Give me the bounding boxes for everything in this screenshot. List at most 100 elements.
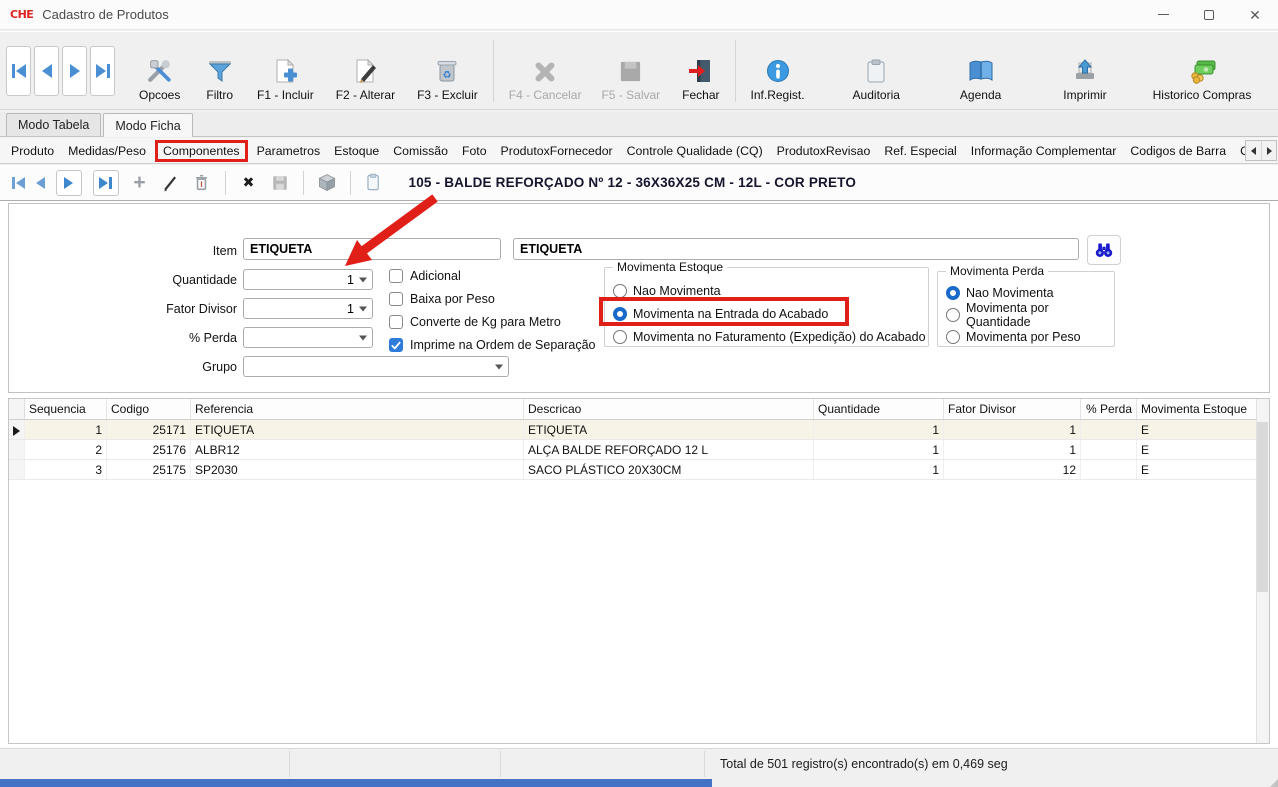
- auditoria-button[interactable]: Auditoria: [847, 40, 906, 102]
- resize-grip[interactable]: [1270, 779, 1278, 787]
- movimenta-perda-group: Movimenta Perda Nao Movimenta Movimenta …: [937, 271, 1115, 347]
- item-code-field[interactable]: ETIQUETA: [243, 238, 501, 260]
- col-perda[interactable]: % Perda: [1081, 399, 1137, 419]
- close-button[interactable]: ✕: [1232, 0, 1278, 30]
- f1-incluir-button[interactable]: F1 - Incluir: [251, 40, 320, 102]
- opcoes-button[interactable]: Opcoes: [133, 40, 186, 102]
- tab-produtoxrevisao[interactable]: ProdutoxRevisao: [770, 140, 878, 162]
- filtro-button[interactable]: Filtro: [200, 40, 239, 102]
- radio-nao-movimenta-perda[interactable]: Nao Movimenta: [946, 284, 1114, 302]
- previous-item-button[interactable]: [36, 177, 45, 189]
- tab-parametros[interactable]: Parametros: [250, 140, 328, 162]
- printer-icon: [1072, 54, 1098, 84]
- col-movimenta-estoque[interactable]: Movimenta Estoque: [1137, 399, 1249, 419]
- last-record-button[interactable]: [90, 46, 115, 96]
- f3-excluir-button[interactable]: ♻ F3 - Excluir: [411, 40, 484, 102]
- tab-modo-ficha[interactable]: Modo Ficha: [103, 113, 192, 137]
- col-sequencia[interactable]: Sequencia: [25, 399, 107, 419]
- last-item-button[interactable]: [93, 170, 119, 196]
- document-button[interactable]: [364, 172, 384, 194]
- tab-modo-tabela[interactable]: Modo Tabela: [6, 113, 101, 136]
- save-item-button[interactable]: [270, 172, 290, 194]
- f5-salvar-button[interactable]: F5 - Salvar: [595, 40, 666, 102]
- maximize-button[interactable]: [1186, 0, 1232, 30]
- svg-text:♻: ♻: [443, 70, 452, 81]
- tab-produto[interactable]: Produto: [4, 140, 61, 162]
- tab-scroll-left-button[interactable]: [1246, 141, 1261, 160]
- row-selector-header: [9, 399, 25, 419]
- delete-item-button[interactable]: [192, 172, 212, 194]
- agenda-button[interactable]: Agenda: [954, 40, 1007, 102]
- bottom-accent-bar: [0, 779, 712, 787]
- info-icon: [765, 54, 791, 84]
- minimize-button[interactable]: [1140, 0, 1186, 30]
- tab-scroll-right-button[interactable]: [1261, 141, 1276, 160]
- previous-record-button[interactable]: [34, 46, 59, 96]
- f4-cancelar-button[interactable]: F4 - Cancelar: [503, 40, 588, 102]
- table-row[interactable]: 2 25176 ALBR12 ALÇA BALDE REFORÇADO 12 L…: [9, 440, 1269, 460]
- fechar-button[interactable]: Fechar: [676, 40, 725, 102]
- checkbox-converte-kg-metro[interactable]: Converte de Kg para Metro: [389, 315, 561, 329]
- dropdown-arrow-icon: [359, 277, 367, 282]
- next-item-button[interactable]: [56, 170, 82, 196]
- small-save-icon: [271, 174, 289, 192]
- mode-tab-strip: Modo Tabela Modo Ficha: [0, 112, 1278, 137]
- record-navigator: + ✖ 105 - BALDE REFORÇADO Nº 12 - 36X36X…: [0, 165, 1278, 201]
- radio-nao-movimenta-estoque[interactable]: Nao Movimenta: [613, 282, 928, 300]
- radio-movimenta-faturamento[interactable]: Movimenta no Faturamento (Expedição) do …: [613, 328, 928, 346]
- table-row[interactable]: 1 25171 ETIQUETA ETIQUETA 1 1 E: [9, 420, 1269, 440]
- table-row[interactable]: 3 25175 SP2030 SACO PLÁSTICO 20X30CM 1 1…: [9, 460, 1269, 480]
- fator-divisor-combo[interactable]: 1: [243, 298, 373, 319]
- app-window: CHE Cadastro de Produtos ✕ Opcoes Filtro…: [0, 0, 1278, 787]
- tab-estoque[interactable]: Estoque: [327, 140, 386, 162]
- col-codigo[interactable]: Codigo: [107, 399, 191, 419]
- perda-label: % Perda: [57, 331, 237, 345]
- checkbox-adicional[interactable]: Adicional: [389, 269, 461, 283]
- tab-codigos-de-barra[interactable]: Codigos de Barra: [1123, 140, 1233, 162]
- col-fator-divisor[interactable]: Fator Divisor: [944, 399, 1081, 419]
- tab-comissao[interactable]: Comissão: [386, 140, 455, 162]
- maximize-icon: [1204, 10, 1214, 20]
- first-record-button[interactable]: [6, 46, 31, 96]
- checkbox-baixa-por-peso[interactable]: Baixa por Peso: [389, 292, 495, 306]
- col-descricao[interactable]: Descricao: [524, 399, 814, 419]
- tab-produtoxfornecedor[interactable]: ProdutoxFornecedor: [494, 140, 620, 162]
- first-item-button[interactable]: [12, 177, 25, 189]
- book-icon: [967, 54, 995, 84]
- col-referencia[interactable]: Referencia: [191, 399, 524, 419]
- money-icon: [1187, 54, 1217, 84]
- radio-movimenta-por-peso[interactable]: Movimenta por Peso: [946, 328, 1114, 346]
- tab-scroll-buttons: [1245, 140, 1277, 161]
- first-item-icon: [16, 177, 25, 189]
- checkbox-imprime-ordem-separacao[interactable]: Imprime na Ordem de Separação: [389, 338, 596, 352]
- tab-controle-qualidade[interactable]: Controle Qualidade (CQ): [620, 140, 770, 162]
- tab-foto[interactable]: Foto: [455, 140, 494, 162]
- quantidade-combo[interactable]: 1: [243, 269, 373, 290]
- tab-ref-especial[interactable]: Ref. Especial: [877, 140, 963, 162]
- grid-scrollbar-thumb[interactable]: [1257, 422, 1268, 592]
- imprimir-button[interactable]: Imprimir: [1057, 40, 1112, 102]
- radio-movimenta-por-quantidade[interactable]: Movimenta por Quantidade: [946, 306, 1114, 324]
- grupo-combo[interactable]: [243, 356, 509, 377]
- next-record-button[interactable]: [62, 46, 87, 96]
- col-quantidade[interactable]: Quantidade: [814, 399, 944, 419]
- f2-alterar-button[interactable]: F2 - Alterar: [330, 40, 401, 102]
- package-button[interactable]: [317, 172, 337, 194]
- divider: [225, 171, 226, 195]
- cancel-edit-button[interactable]: ✖: [239, 172, 259, 194]
- checkbox-checked-icon: [389, 338, 403, 352]
- tab-medidas-peso[interactable]: Medidas/Peso: [61, 140, 153, 162]
- radio-movimenta-entrada-acabado[interactable]: Movimenta na Entrada do Acabado: [613, 305, 928, 323]
- search-item-button[interactable]: [1087, 235, 1121, 265]
- toolbar-divider: [493, 40, 494, 102]
- add-item-button[interactable]: +: [130, 172, 150, 194]
- perda-combo[interactable]: [243, 327, 373, 348]
- item-description-field[interactable]: ETIQUETA: [513, 238, 1079, 260]
- historico-compras-button[interactable]: Historico Compras: [1147, 40, 1258, 102]
- add-document-icon: [272, 54, 298, 84]
- inf-regist-button[interactable]: Inf.Regist.: [745, 40, 811, 102]
- tab-componentes[interactable]: Componentes: [155, 140, 248, 162]
- tab-informacao-complementar[interactable]: Informação Complementar: [964, 140, 1124, 162]
- edit-item-button[interactable]: [161, 172, 181, 194]
- grid-scrollbar[interactable]: [1256, 399, 1269, 743]
